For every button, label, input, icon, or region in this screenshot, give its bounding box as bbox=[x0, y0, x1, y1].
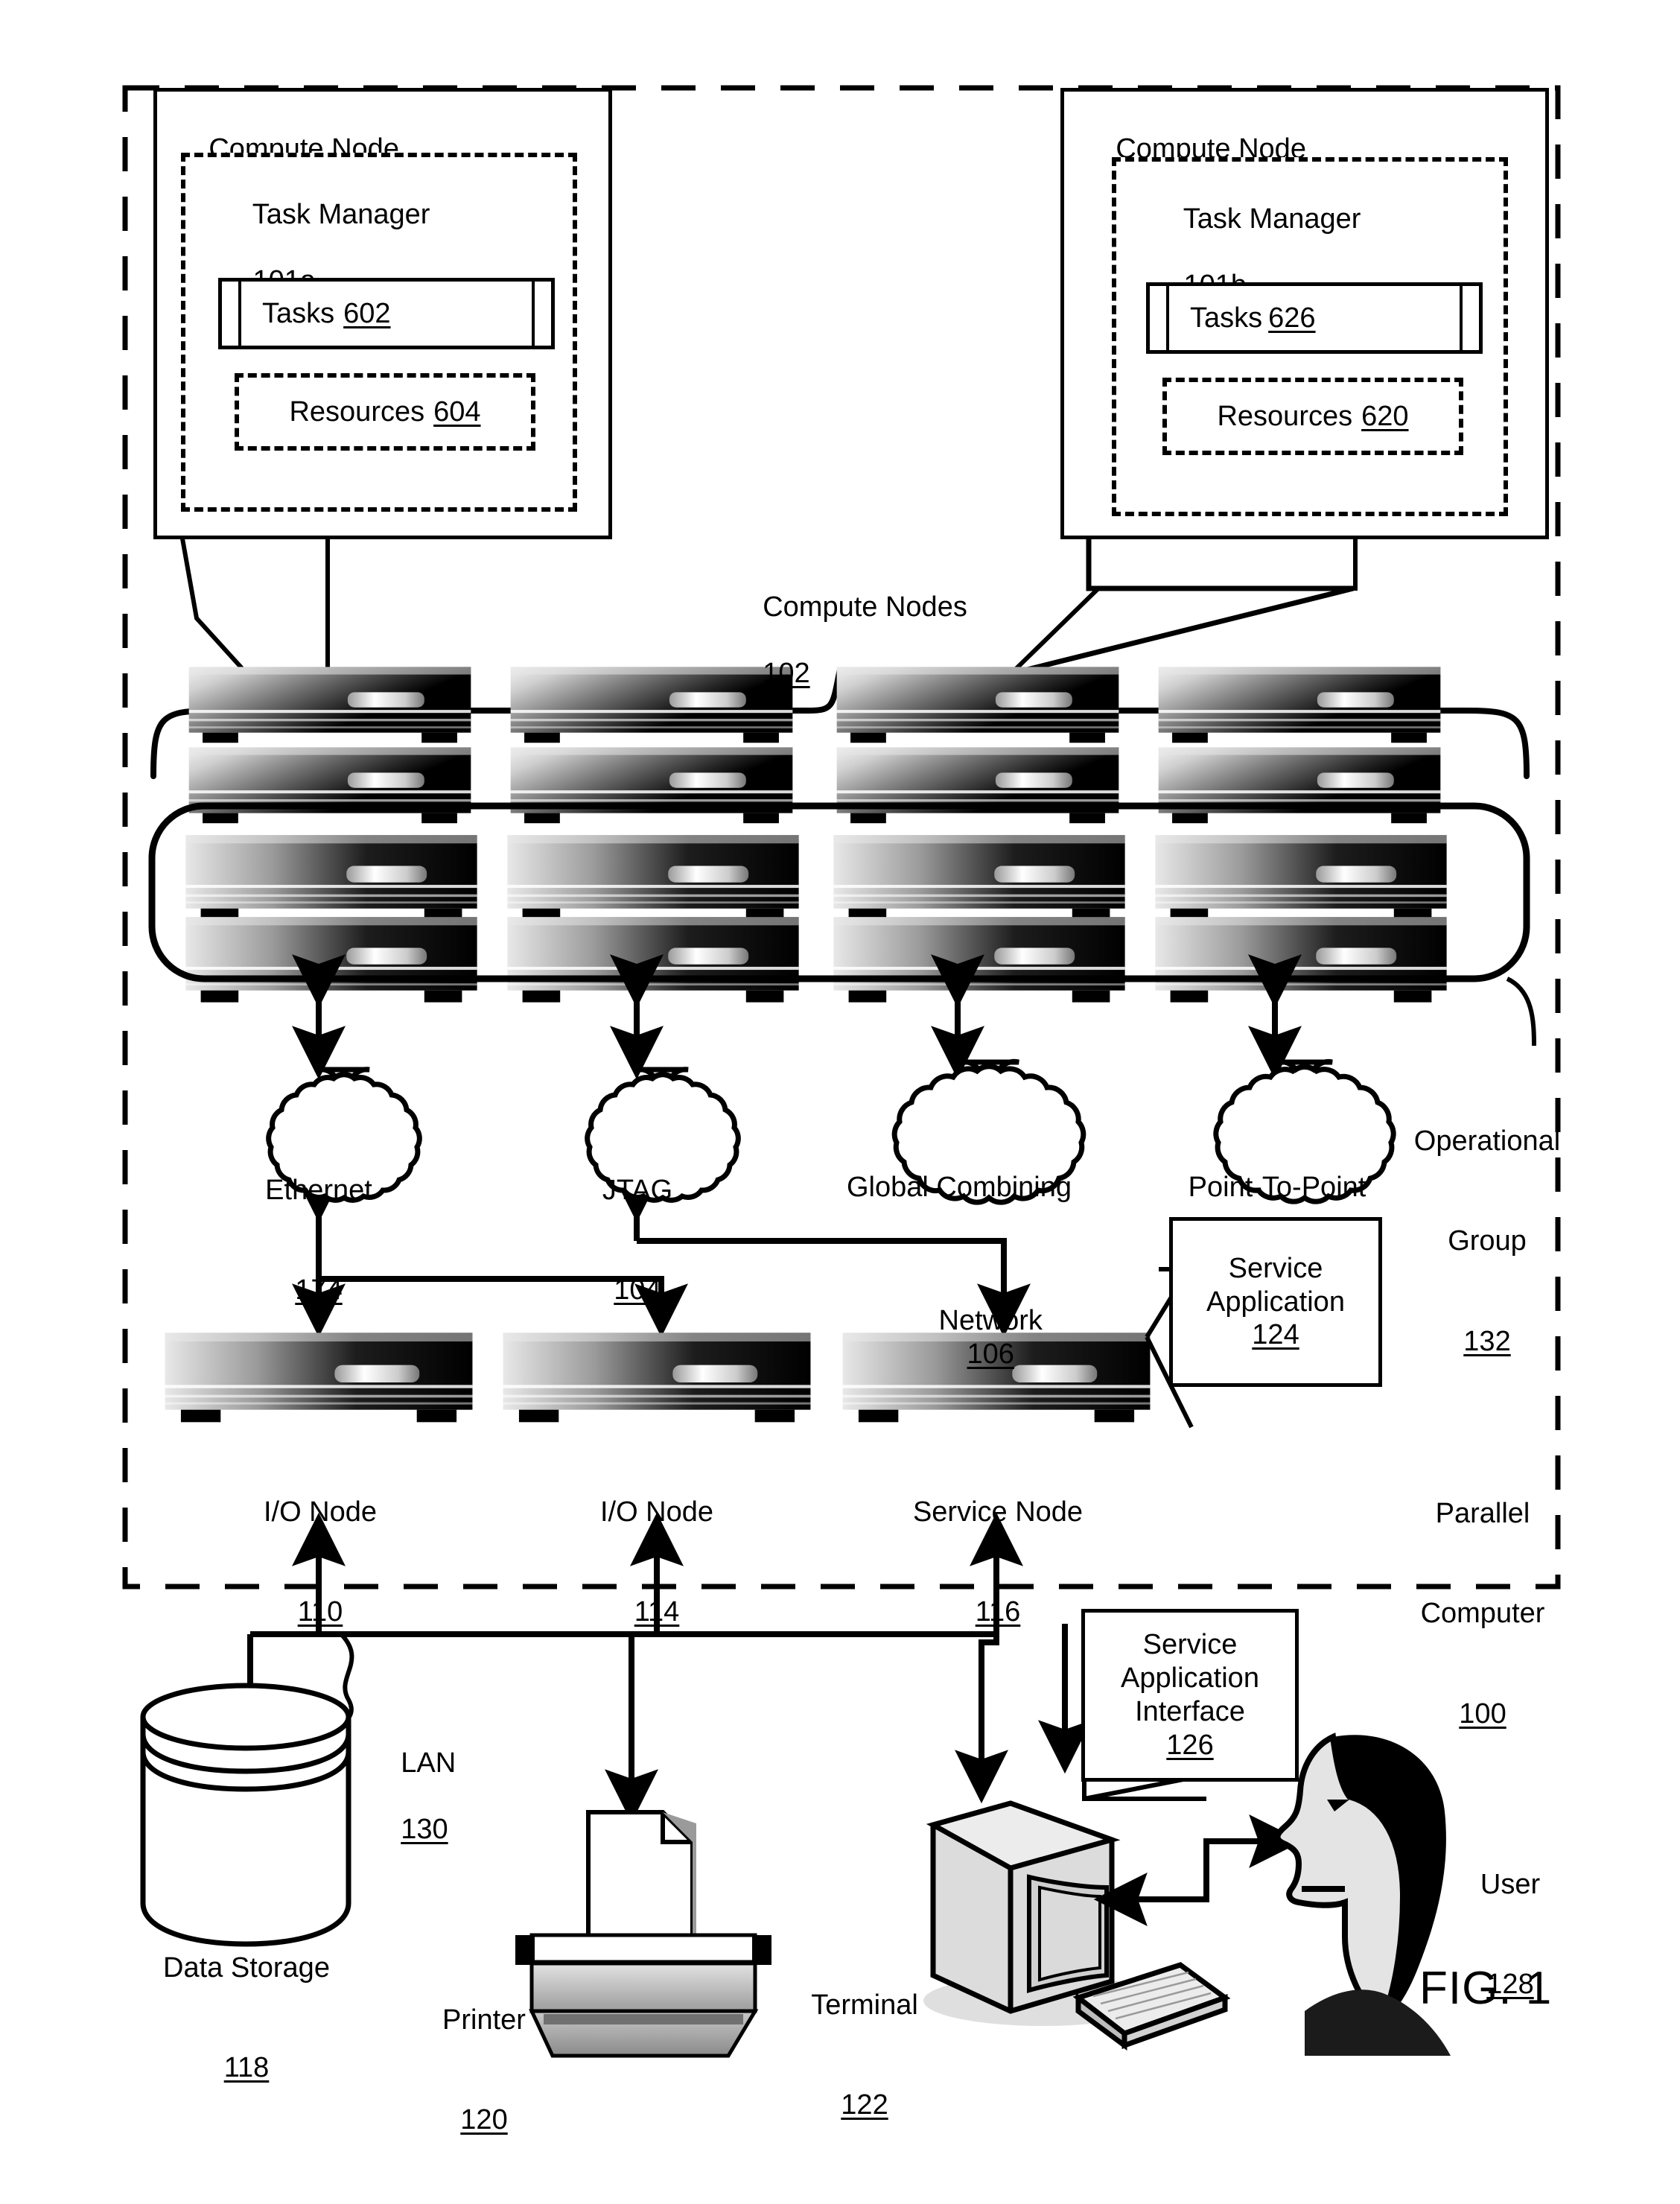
terminal-user-arrows bbox=[1093, 1814, 1303, 1926]
printer-graphic bbox=[515, 1810, 771, 2058]
tasks-a-ref: 602 bbox=[343, 297, 391, 329]
operational-group-line2: Group bbox=[1448, 1225, 1527, 1257]
sai-line2: Application bbox=[1121, 1662, 1259, 1695]
service-node-116-label: Service Node 116 bbox=[886, 1429, 1110, 1696]
printer-name: Printer bbox=[442, 2004, 526, 2036]
cloud-ethernet[interactable]: Ethernet 174 bbox=[203, 1065, 435, 1306]
cloud-jtag[interactable]: JTAG 104 bbox=[521, 1065, 754, 1306]
task-manager-b-box[interactable]: Task Manager 101b Tasks 626 Resources 62… bbox=[1112, 157, 1508, 516]
cloud-gcn-ref: 106 bbox=[967, 1338, 1014, 1370]
service-application-ref: 124 bbox=[1252, 1319, 1299, 1351]
io-node-110-label: I/O Node 110 bbox=[223, 1429, 417, 1696]
io-node-110-name: I/O Node bbox=[263, 1496, 378, 1528]
tasks-a-title: Tasks bbox=[262, 297, 335, 329]
service-application-line1: Service bbox=[1228, 1252, 1323, 1284]
cloud-point-to-point-network[interactable]: Point-To-Point Network 108 bbox=[1138, 1058, 1416, 1370]
tasks-a-left-cap bbox=[222, 282, 241, 346]
io-node-114-name: I/O Node bbox=[599, 1496, 714, 1528]
figure-label: FIG. 1 bbox=[1419, 1963, 1553, 2014]
cloud-jtag-label: JTAG 104 bbox=[521, 1107, 754, 1374]
compute-nodes-group-label: Compute Nodes 102 bbox=[763, 591, 967, 690]
sai-ref: 126 bbox=[1166, 1729, 1214, 1761]
lan-label: LAN 130 bbox=[401, 1747, 456, 1846]
operational-group-outline bbox=[148, 802, 1536, 1047]
cloud-global-combining-network[interactable]: Global Combining Network 106 bbox=[809, 1058, 1110, 1370]
operational-group-label: Operational Group 132 bbox=[1394, 1058, 1580, 1425]
cloud-jtag-name: JTAG bbox=[602, 1174, 673, 1206]
cloud-global-combining-network-label: Global Combining Network 106 bbox=[809, 1104, 1110, 1471]
io-node-114-label: I/O Node 114 bbox=[560, 1429, 754, 1696]
terminal-name: Terminal bbox=[811, 1989, 918, 2021]
terminal-ref: 122 bbox=[841, 2089, 888, 2121]
resources-b-title: Resources bbox=[1217, 400, 1353, 432]
tasks-a-bar[interactable]: Tasks 602 bbox=[218, 278, 555, 349]
tasks-b-left-cap bbox=[1150, 286, 1169, 350]
tasks-b-ref: 626 bbox=[1268, 302, 1316, 334]
resources-a-box[interactable]: Resources 604 bbox=[235, 373, 535, 451]
operational-group-ref: 132 bbox=[1463, 1325, 1511, 1357]
cloud-jtag-ref: 104 bbox=[614, 1274, 661, 1306]
tasks-b-right-cap bbox=[1460, 286, 1479, 350]
tasks-a-right-cap bbox=[532, 282, 551, 346]
parallel-computer-ref: 100 bbox=[1459, 1698, 1506, 1730]
data-storage-ref: 118 bbox=[223, 2052, 270, 2084]
resources-a-ref: 604 bbox=[433, 396, 481, 428]
rack-network-arrows bbox=[292, 954, 1302, 1080]
terminal-label: Terminal 122 bbox=[795, 1922, 934, 2189]
printer-label: Printer 120 bbox=[417, 1937, 551, 2204]
task-manager-a-box[interactable]: Task Manager 101a Tasks 602 Resources 60… bbox=[181, 153, 577, 512]
resources-b-ref: 620 bbox=[1361, 400, 1409, 432]
resources-b-box[interactable]: Resources 620 bbox=[1162, 378, 1463, 455]
parallel-computer-line2: Computer bbox=[1420, 1598, 1545, 1630]
compute-node-a-box[interactable]: Compute Node 102a Task Manager 101a Task… bbox=[153, 88, 612, 539]
service-application-box[interactable]: Service Application 124 bbox=[1169, 1217, 1382, 1387]
io-node-110-ref: 110 bbox=[297, 1596, 343, 1628]
cloud-ethernet-ref: 174 bbox=[295, 1274, 343, 1306]
cloud-ethernet-name: Ethernet bbox=[265, 1174, 372, 1206]
terminal-graphic bbox=[923, 1800, 1231, 2051]
tasks-b-title: Tasks bbox=[1190, 302, 1263, 334]
cloud-ethernet-label: Ethernet 174 bbox=[203, 1107, 435, 1374]
data-storage-name: Data Storage bbox=[163, 1951, 330, 1984]
compute-node-b-box[interactable]: Compute Node 102b Task Manager 101b Task… bbox=[1060, 88, 1549, 539]
tasks-b-bar[interactable]: Tasks 626 bbox=[1146, 282, 1483, 354]
sai-line1: Service bbox=[1142, 1629, 1238, 1661]
service-application-line2: Application bbox=[1206, 1286, 1345, 1318]
cloud-p2p-name: Point-To-Point bbox=[1188, 1171, 1366, 1203]
cloud-gcn-name2: Network bbox=[938, 1304, 1043, 1336]
lan-ref: 130 bbox=[401, 1814, 448, 1846]
operational-group-line1: Operational bbox=[1413, 1125, 1561, 1157]
service-node-116-name: Service Node bbox=[912, 1496, 1084, 1528]
cloud-gcn-name: Global Combining bbox=[846, 1171, 1072, 1203]
parallel-computer-label: Parallel Computer 100 bbox=[1390, 1430, 1576, 1797]
parallel-computer-line1: Parallel bbox=[1435, 1497, 1530, 1529]
io-node-114-ref: 114 bbox=[634, 1596, 680, 1628]
user-label: User 128 bbox=[1451, 1801, 1570, 2068]
user-name: User bbox=[1480, 1868, 1541, 1900]
service-node-116-ref: 116 bbox=[975, 1596, 1021, 1628]
sai-line3: Interface bbox=[1135, 1696, 1245, 1727]
printer-ref: 120 bbox=[460, 2104, 508, 2136]
compute-nodes-group-ref: 102 bbox=[763, 658, 810, 690]
resources-a-title: Resources bbox=[289, 396, 425, 428]
service-application-interface-box[interactable]: Service Application Interface 126 bbox=[1081, 1609, 1299, 1782]
data-storage-label: Data Storage 118 bbox=[149, 1884, 344, 2152]
